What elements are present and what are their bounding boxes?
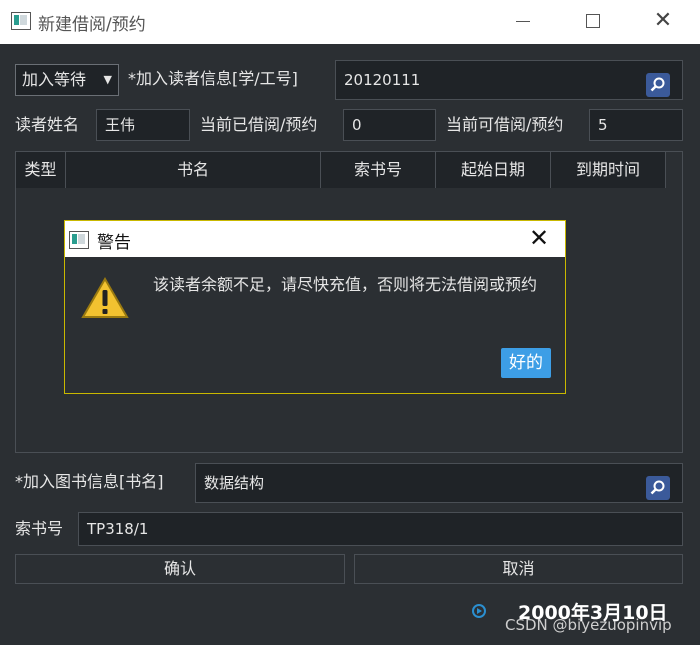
- window-title: 新建借阅/预约: [38, 15, 146, 35]
- mode-select-value: 加入等待: [22, 70, 87, 89]
- column-header-type[interactable]: 类型: [16, 152, 66, 188]
- maximize-button[interactable]: [570, 6, 616, 36]
- available-label: 当前可借阅/预约: [446, 115, 564, 134]
- dialog-title: 警告: [97, 233, 131, 253]
- call-number-value: TP318/1: [87, 520, 149, 538]
- warning-icon: [81, 277, 129, 318]
- reader-search-button[interactable]: [646, 73, 670, 97]
- close-button[interactable]: ✕: [640, 6, 686, 36]
- cancel-button[interactable]: 取消: [354, 554, 683, 584]
- play-icon[interactable]: [472, 604, 486, 618]
- borrowed-field[interactable]: 0: [343, 109, 436, 141]
- available-value: 5: [598, 116, 608, 134]
- column-header-call-number[interactable]: 索书号: [321, 152, 436, 188]
- confirm-button[interactable]: 确认: [15, 554, 345, 584]
- app-icon: [11, 12, 31, 30]
- call-number-input[interactable]: TP318/1: [78, 512, 683, 546]
- maximize-icon: [586, 14, 600, 28]
- reader-name-field[interactable]: 王伟: [96, 109, 190, 141]
- book-search-button[interactable]: [646, 476, 670, 500]
- available-field[interactable]: 5: [589, 109, 683, 141]
- reader-id-value: 20120111: [344, 71, 421, 89]
- dialog-titlebar: 警告 ✕: [65, 221, 565, 257]
- window-titlebar: 新建借阅/预约 ✕: [0, 0, 700, 44]
- call-number-label: 索书号: [15, 519, 64, 538]
- minimize-icon: [516, 20, 530, 22]
- reader-name-label: 读者姓名: [15, 115, 80, 134]
- book-label: *加入图书信息[书名]: [15, 472, 164, 491]
- reader-name-value: 王伟: [105, 116, 136, 134]
- close-icon: ✕: [529, 224, 550, 252]
- search-icon: [650, 480, 665, 495]
- borrowed-value: 0: [352, 116, 362, 134]
- reader-id-label: *加入读者信息[学/工号]: [128, 69, 298, 88]
- minimize-button[interactable]: [500, 6, 546, 36]
- mode-select[interactable]: 加入等待 ▼: [15, 64, 119, 96]
- warning-dialog: 警告 ✕ 该读者余额不足，请尽快充值，否则将无法借阅或预约 好的: [64, 220, 566, 394]
- search-icon: [650, 77, 665, 92]
- dialog-close-button[interactable]: ✕: [529, 224, 549, 252]
- reader-id-input[interactable]: 20120111: [335, 60, 683, 100]
- column-header-due-date[interactable]: 到期时间: [551, 152, 666, 188]
- book-input[interactable]: 数据结构: [195, 463, 683, 503]
- borrowed-label: 当前已借阅/预约: [200, 115, 318, 134]
- watermark: CSDN @biyezuopinvip: [505, 616, 672, 634]
- table-header: 类型 书名 索书号 起始日期 到期时间: [16, 152, 666, 188]
- dialog-message: 该读者余额不足，请尽快充值，否则将无法借阅或预约: [153, 275, 538, 294]
- book-value: 数据结构: [204, 474, 265, 492]
- close-icon: ✕: [653, 8, 673, 33]
- column-header-start-date[interactable]: 起始日期: [436, 152, 551, 188]
- app-icon: [69, 231, 89, 249]
- chevron-down-icon: ▼: [103, 73, 112, 86]
- ok-button[interactable]: 好的: [501, 348, 551, 378]
- column-header-title[interactable]: 书名: [66, 152, 321, 188]
